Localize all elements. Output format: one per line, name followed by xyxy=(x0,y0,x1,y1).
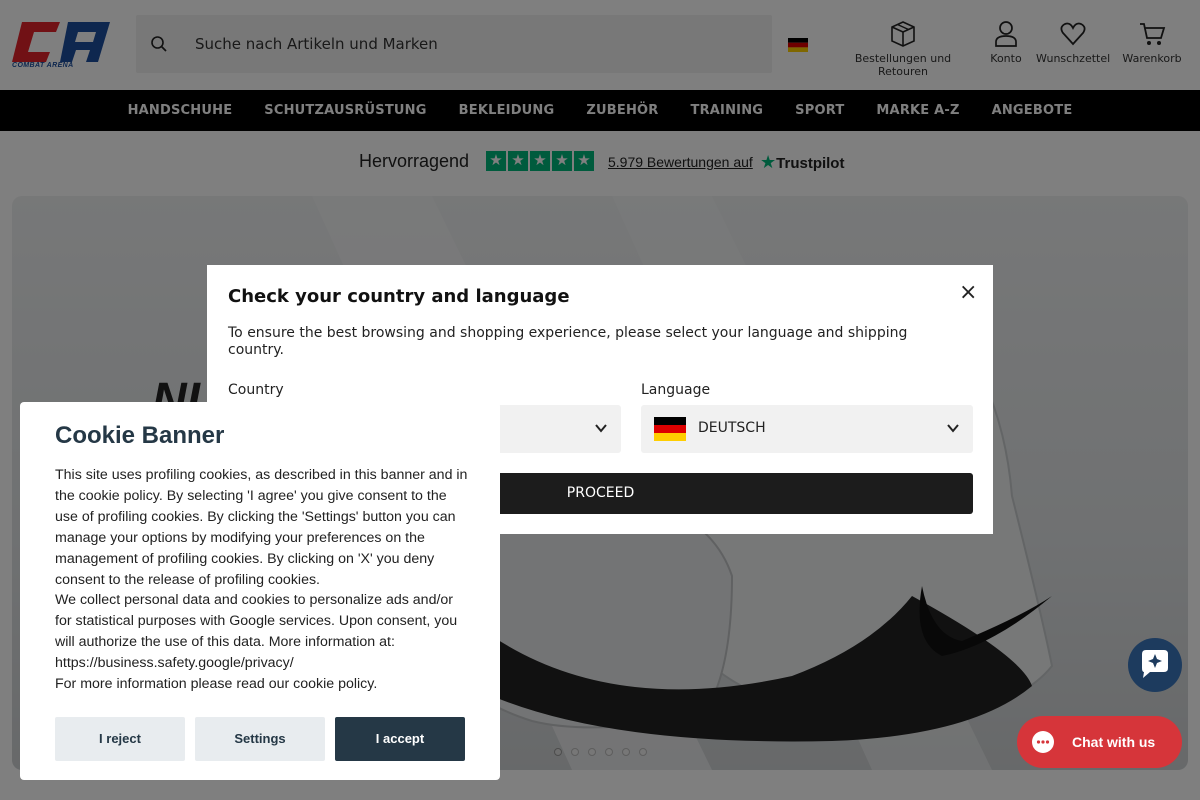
chat-with-us-button[interactable]: Chat with us xyxy=(1017,716,1182,768)
chat-label: Chat with us xyxy=(1072,734,1156,750)
close-icon[interactable]: × xyxy=(959,280,977,305)
ai-chat-button[interactable] xyxy=(1128,638,1182,692)
cookie-text-paragraph: This site uses profiling cookies, as des… xyxy=(55,467,468,588)
accept-button[interactable]: I accept xyxy=(335,717,465,761)
dialog-title: Check your country and language xyxy=(228,286,570,307)
cookie-text-paragraph: For more information please read our coo… xyxy=(55,676,378,693)
language-label: Language xyxy=(641,382,711,398)
cookie-banner-text: This site uses profiling cookies, as des… xyxy=(55,465,470,695)
country-label: Country xyxy=(228,382,284,398)
language-value: DEUTSCH xyxy=(698,420,766,436)
cookie-banner-title: Cookie Banner xyxy=(55,422,225,449)
dialog-description: To ensure the best browsing and shopping… xyxy=(228,325,908,358)
chevron-down-icon xyxy=(947,424,959,433)
reject-button[interactable]: I reject xyxy=(55,717,185,761)
sparkle-chat-icon xyxy=(1142,650,1168,678)
cookie-text-paragraph: We collect personal data and cookies to … xyxy=(55,592,458,672)
settings-button[interactable]: Settings xyxy=(195,717,325,761)
chat-bubble-icon xyxy=(1032,731,1054,753)
chevron-down-icon xyxy=(595,424,607,433)
language-select[interactable]: DEUTSCH xyxy=(641,405,973,453)
germany-flag-icon xyxy=(654,417,686,441)
cookie-banner: Cookie Banner This site uses profiling c… xyxy=(20,402,500,780)
